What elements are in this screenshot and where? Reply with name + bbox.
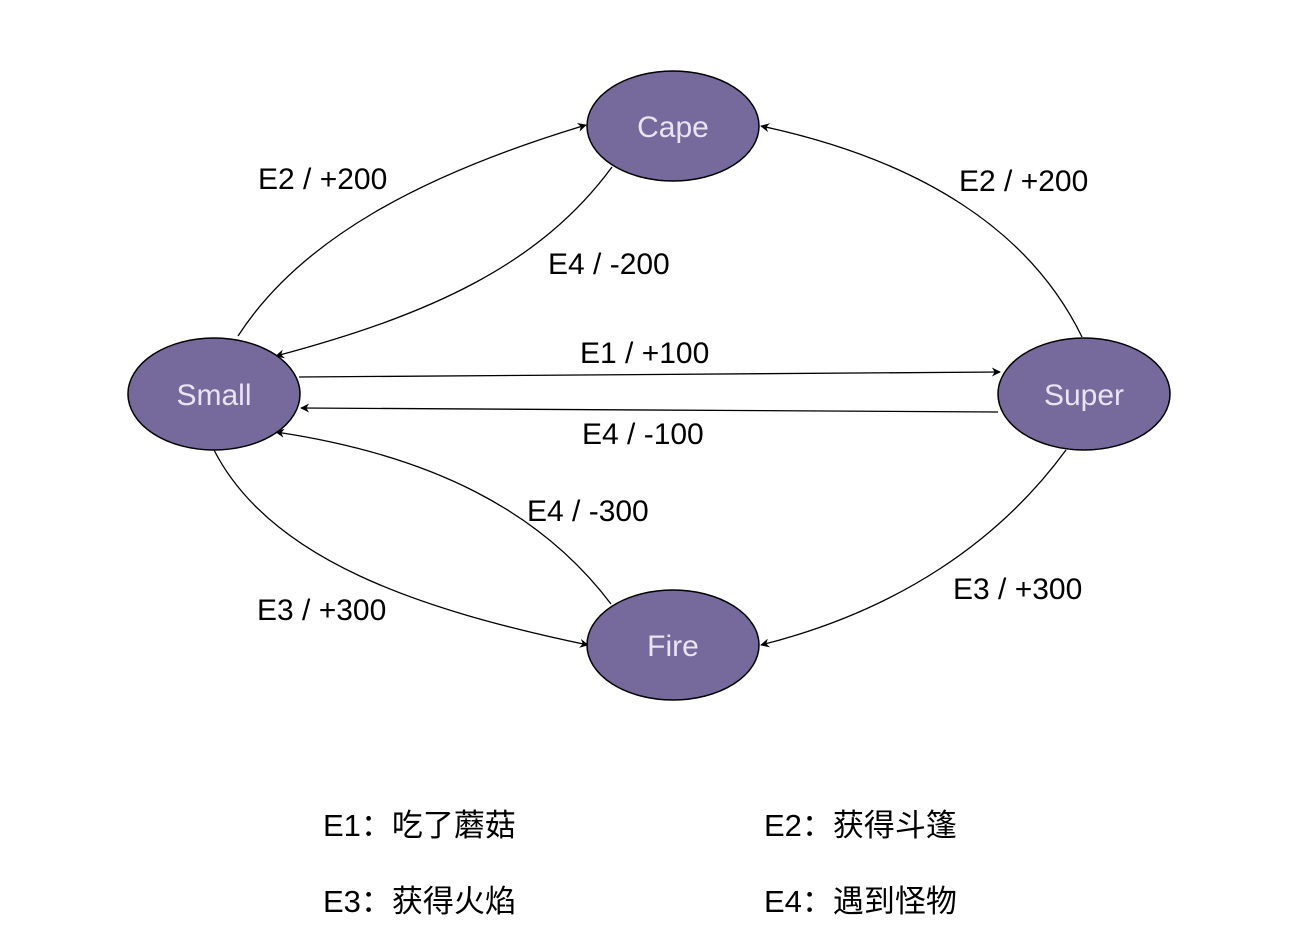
- edge-label-small-to-fire: E3 / +300: [257, 594, 386, 627]
- edge-super-to-fire: [760, 449, 1067, 648]
- node-label-cape: Cape: [637, 111, 709, 144]
- legend-item-e1: E1：吃了蘑菇: [323, 800, 516, 845]
- legend-separator: ：: [360, 884, 392, 919]
- node-fire: Fire: [586, 589, 760, 701]
- legend-separator: ：: [801, 808, 833, 843]
- node-label-small: Small: [176, 379, 251, 412]
- edge-super-to-cape: [760, 123, 1083, 338]
- edge-label-small-to-super: E1 / +100: [580, 337, 709, 370]
- node-cape: Cape: [586, 70, 760, 182]
- state-diagram: Cape Small Super Fire E2 / +200 E4 / -20…: [127, 70, 1171, 701]
- edge-label-cape-to-small: E4 / -200: [548, 248, 670, 281]
- edge-label-super-to-small: E4 / -100: [582, 418, 704, 451]
- node-label-fire: Fire: [647, 630, 699, 663]
- edge-label-fire-to-small: E4 / -300: [527, 495, 649, 528]
- legend-item-e3: E3：获得火焰: [323, 876, 516, 921]
- legend-item-e4: E4：遇到怪物: [764, 876, 957, 921]
- legend-separator: ：: [360, 808, 392, 843]
- legend-code: E2: [764, 808, 802, 843]
- edge-small-to-cape: [237, 123, 587, 337]
- node-super: Super: [997, 337, 1171, 451]
- legend-separator: ：: [801, 884, 833, 919]
- legend-code: E3: [323, 884, 361, 919]
- edge-small-to-super: [298, 367, 1001, 378]
- node-label-super: Super: [1044, 379, 1124, 412]
- legend-text: 吃了蘑菇: [391, 808, 516, 843]
- legend-item-e2: E2：获得斗篷: [764, 800, 957, 845]
- edge-label-super-to-fire: E3 / +300: [953, 573, 1082, 606]
- legend-code: E1: [323, 808, 361, 843]
- legend-code: E4: [764, 884, 802, 919]
- legend-text: 获得火焰: [391, 884, 516, 919]
- edge-super-to-small: [300, 403, 999, 413]
- legend-text: 遇到怪物: [832, 884, 957, 919]
- edge-label-super-to-cape: E2 / +200: [959, 165, 1088, 198]
- edge-label-small-to-cape: E2 / +200: [258, 163, 387, 196]
- node-small: Small: [127, 337, 301, 451]
- legend-text: 获得斗篷: [832, 808, 957, 843]
